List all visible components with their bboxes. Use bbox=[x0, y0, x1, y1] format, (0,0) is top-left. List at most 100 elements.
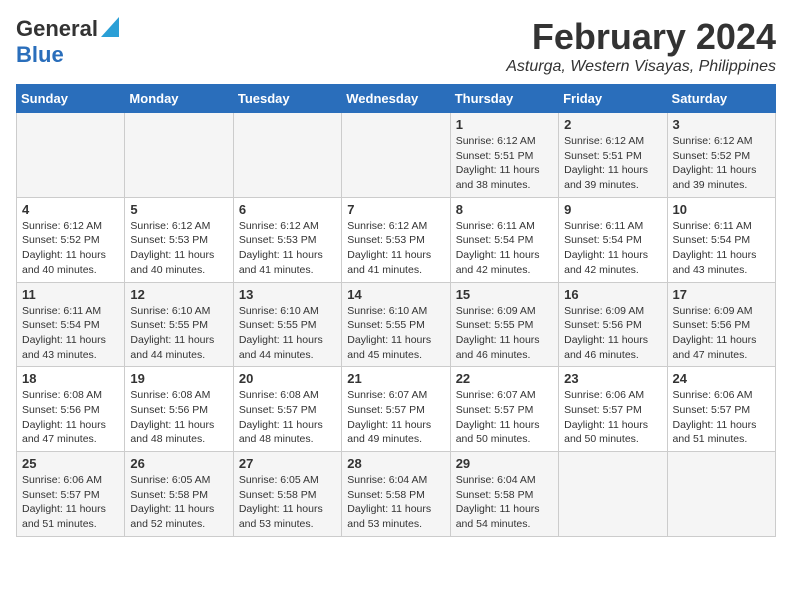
day-info: Sunrise: 6:08 AMSunset: 5:57 PMDaylight:… bbox=[239, 388, 336, 447]
day-number: 28 bbox=[347, 456, 444, 471]
logo-general-text: General bbox=[16, 16, 98, 42]
calendar-cell: 8 Sunrise: 6:11 AMSunset: 5:54 PMDaylight… bbox=[450, 197, 558, 282]
calendar-cell: 5 Sunrise: 6:12 AMSunset: 5:53 PMDaylight… bbox=[125, 197, 233, 282]
day-number: 14 bbox=[347, 287, 444, 302]
day-number: 19 bbox=[130, 371, 227, 386]
calendar-cell: 16 Sunrise: 6:09 AMSunset: 5:56 PMDayligh… bbox=[559, 282, 667, 367]
calendar-cell: 9Sunrise: 6:11 AMSunset: 5:54 PMDaylight… bbox=[559, 197, 667, 282]
day-number: 2 bbox=[564, 117, 661, 132]
calendar-cell: 22 Sunrise: 6:07 AMSunset: 5:57 PMDayligh… bbox=[450, 367, 558, 452]
page-header: General Blue February 2024 Asturga, West… bbox=[16, 16, 776, 76]
calendar-week-row: 11 Sunrise: 6:11 AMSunset: 5:54 PMDayligh… bbox=[17, 282, 776, 367]
calendar-week-row: 4Sunrise: 6:12 AMSunset: 5:52 PMDaylight… bbox=[17, 197, 776, 282]
logo: General Blue bbox=[16, 16, 119, 68]
day-number: 5 bbox=[130, 202, 227, 217]
calendar-cell bbox=[233, 113, 341, 198]
day-info: Sunrise: 6:10 AMSunset: 5:55 PMDaylight:… bbox=[130, 304, 227, 363]
day-number: 23 bbox=[564, 371, 661, 386]
day-of-week-header: Tuesday bbox=[233, 85, 341, 113]
calendar-week-row: 25Sunrise: 6:06 AMSunset: 5:57 PMDayligh… bbox=[17, 452, 776, 537]
day-info: Sunrise: 6:05 AMSunset: 5:58 PMDaylight:… bbox=[130, 473, 227, 532]
calendar-cell: 12 Sunrise: 6:10 AMSunset: 5:55 PMDayligh… bbox=[125, 282, 233, 367]
calendar-cell: 19 Sunrise: 6:08 AMSunset: 5:56 PMDayligh… bbox=[125, 367, 233, 452]
day-info: Sunrise: 6:12 AMSunset: 5:51 PMDaylight:… bbox=[564, 134, 661, 193]
day-number: 13 bbox=[239, 287, 336, 302]
day-number: 8 bbox=[456, 202, 553, 217]
day-info: Sunrise: 6:10 AMSunset: 5:55 PMDaylight:… bbox=[239, 304, 336, 363]
day-number: 3 bbox=[673, 117, 770, 132]
day-number: 16 bbox=[564, 287, 661, 302]
calendar-cell: 20 Sunrise: 6:08 AMSunset: 5:57 PMDayligh… bbox=[233, 367, 341, 452]
day-of-week-header: Saturday bbox=[667, 85, 775, 113]
day-number: 1 bbox=[456, 117, 553, 132]
day-number: 7 bbox=[347, 202, 444, 217]
day-number: 4 bbox=[22, 202, 119, 217]
day-info: Sunrise: 6:11 AMSunset: 5:54 PMDaylight:… bbox=[456, 219, 553, 278]
day-number: 11 bbox=[22, 287, 119, 302]
day-info: Sunrise: 6:07 AMSunset: 5:57 PMDaylight:… bbox=[456, 388, 553, 447]
calendar-cell: 1 Sunrise: 6:12 AMSunset: 5:51 PMDaylight… bbox=[450, 113, 558, 198]
day-info: Sunrise: 6:09 AMSunset: 5:56 PMDaylight:… bbox=[673, 304, 770, 363]
calendar-cell: 24 Sunrise: 6:06 AMSunset: 5:57 PMDayligh… bbox=[667, 367, 775, 452]
calendar-cell: 23 Sunrise: 6:06 AMSunset: 5:57 PMDayligh… bbox=[559, 367, 667, 452]
day-of-week-header: Friday bbox=[559, 85, 667, 113]
day-info: Sunrise: 6:11 AMSunset: 5:54 PMDaylight:… bbox=[22, 304, 119, 363]
calendar-cell: 11 Sunrise: 6:11 AMSunset: 5:54 PMDayligh… bbox=[17, 282, 125, 367]
day-number: 24 bbox=[673, 371, 770, 386]
calendar-cell: 10 Sunrise: 6:11 AMSunset: 5:54 PMDayligh… bbox=[667, 197, 775, 282]
calendar-cell: 29 Sunrise: 6:04 AMSunset: 5:58 PMDayligh… bbox=[450, 452, 558, 537]
day-info: Sunrise: 6:10 AMSunset: 5:55 PMDaylight:… bbox=[347, 304, 444, 363]
calendar-cell: 17 Sunrise: 6:09 AMSunset: 5:56 PMDayligh… bbox=[667, 282, 775, 367]
day-info: Sunrise: 6:06 AMSunset: 5:57 PMDaylight:… bbox=[564, 388, 661, 447]
day-info: Sunrise: 6:08 AMSunset: 5:56 PMDaylight:… bbox=[130, 388, 227, 447]
calendar-cell bbox=[342, 113, 450, 198]
day-number: 10 bbox=[673, 202, 770, 217]
day-info: Sunrise: 6:06 AMSunset: 5:57 PMDaylight:… bbox=[22, 473, 119, 532]
day-info: Sunrise: 6:11 AMSunset: 5:54 PMDaylight:… bbox=[673, 219, 770, 278]
day-number: 20 bbox=[239, 371, 336, 386]
calendar-cell: 25Sunrise: 6:06 AMSunset: 5:57 PMDayligh… bbox=[17, 452, 125, 537]
day-info: Sunrise: 6:09 AMSunset: 5:56 PMDaylight:… bbox=[564, 304, 661, 363]
calendar-cell: 7 Sunrise: 6:12 AMSunset: 5:53 PMDaylight… bbox=[342, 197, 450, 282]
day-info: Sunrise: 6:04 AMSunset: 5:58 PMDaylight:… bbox=[347, 473, 444, 532]
calendar-week-row: 1 Sunrise: 6:12 AMSunset: 5:51 PMDaylight… bbox=[17, 113, 776, 198]
month-year-title: February 2024 bbox=[506, 16, 776, 58]
day-info: Sunrise: 6:12 AMSunset: 5:53 PMDaylight:… bbox=[130, 219, 227, 278]
title-section: February 2024 Asturga, Western Visayas, … bbox=[506, 16, 776, 76]
day-info: Sunrise: 6:12 AMSunset: 5:53 PMDaylight:… bbox=[239, 219, 336, 278]
day-of-week-header: Sunday bbox=[17, 85, 125, 113]
calendar-cell bbox=[125, 113, 233, 198]
calendar-cell: 2 Sunrise: 6:12 AMSunset: 5:51 PMDaylight… bbox=[559, 113, 667, 198]
calendar-cell: 15Sunrise: 6:09 AMSunset: 5:55 PMDayligh… bbox=[450, 282, 558, 367]
day-number: 22 bbox=[456, 371, 553, 386]
location-subtitle: Asturga, Western Visayas, Philippines bbox=[506, 58, 776, 76]
day-info: Sunrise: 6:07 AMSunset: 5:57 PMDaylight:… bbox=[347, 388, 444, 447]
day-number: 29 bbox=[456, 456, 553, 471]
day-number: 6 bbox=[239, 202, 336, 217]
calendar-cell: 6 Sunrise: 6:12 AMSunset: 5:53 PMDaylight… bbox=[233, 197, 341, 282]
day-number: 17 bbox=[673, 287, 770, 302]
day-info: Sunrise: 6:12 AMSunset: 5:52 PMDaylight:… bbox=[673, 134, 770, 193]
calendar-cell bbox=[17, 113, 125, 198]
calendar-cell bbox=[667, 452, 775, 537]
calendar-cell bbox=[559, 452, 667, 537]
logo-blue-text: Blue bbox=[16, 42, 64, 67]
calendar-week-row: 18Sunrise: 6:08 AMSunset: 5:56 PMDayligh… bbox=[17, 367, 776, 452]
calendar-cell: 4Sunrise: 6:12 AMSunset: 5:52 PMDaylight… bbox=[17, 197, 125, 282]
day-number: 26 bbox=[130, 456, 227, 471]
day-number: 12 bbox=[130, 287, 227, 302]
day-info: Sunrise: 6:11 AMSunset: 5:54 PMDaylight:… bbox=[564, 219, 661, 278]
day-info: Sunrise: 6:12 AMSunset: 5:51 PMDaylight:… bbox=[456, 134, 553, 193]
calendar-cell: 26 Sunrise: 6:05 AMSunset: 5:58 PMDayligh… bbox=[125, 452, 233, 537]
day-info: Sunrise: 6:12 AMSunset: 5:53 PMDaylight:… bbox=[347, 219, 444, 278]
day-info: Sunrise: 6:06 AMSunset: 5:57 PMDaylight:… bbox=[673, 388, 770, 447]
day-info: Sunrise: 6:04 AMSunset: 5:58 PMDaylight:… bbox=[456, 473, 553, 532]
day-of-week-header: Monday bbox=[125, 85, 233, 113]
calendar-cell: 3 Sunrise: 6:12 AMSunset: 5:52 PMDaylight… bbox=[667, 113, 775, 198]
calendar-cell: 27Sunrise: 6:05 AMSunset: 5:58 PMDayligh… bbox=[233, 452, 341, 537]
day-number: 15 bbox=[456, 287, 553, 302]
day-of-week-header: Thursday bbox=[450, 85, 558, 113]
calendar-cell: 13 Sunrise: 6:10 AMSunset: 5:55 PMDayligh… bbox=[233, 282, 341, 367]
calendar-table: SundayMondayTuesdayWednesdayThursdayFrid… bbox=[16, 84, 776, 537]
calendar-cell: 14 Sunrise: 6:10 AMSunset: 5:55 PMDayligh… bbox=[342, 282, 450, 367]
